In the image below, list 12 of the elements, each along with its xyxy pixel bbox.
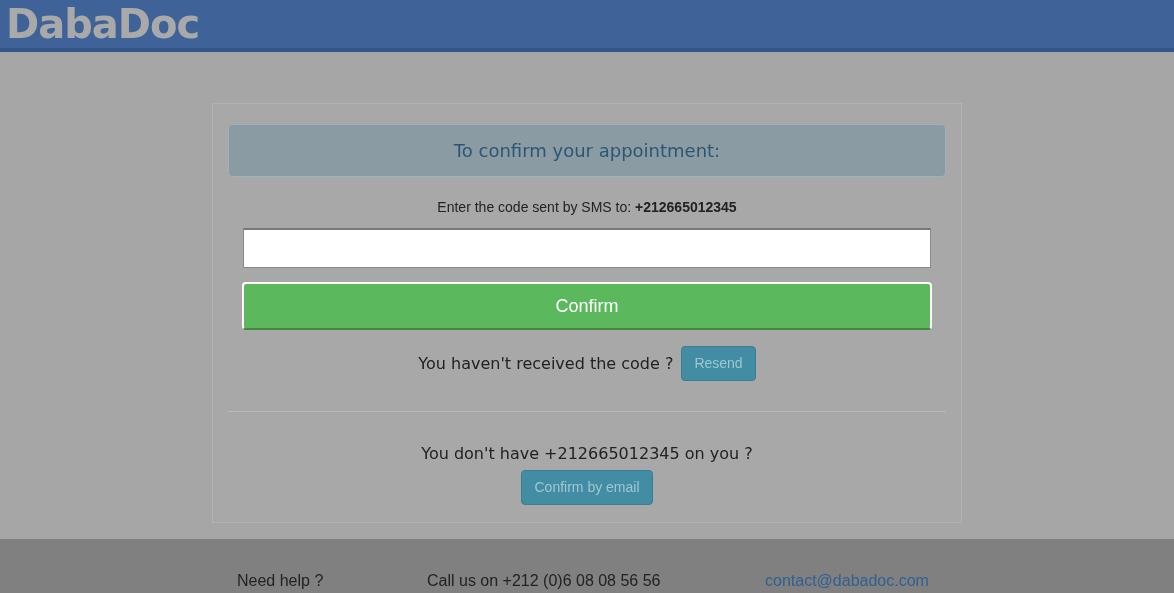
input-field[interactable] <box>243 228 931 268</box>
confirm-by-email-button[interactable]: Confirm by email <box>521 470 653 505</box>
help-text: Need help ? <box>237 571 325 591</box>
phone-text: Call us on +212 (0)6 08 08 56 56 <box>427 571 662 591</box>
logo[interactable]: DabaDoc <box>6 0 200 48</box>
instruction-text: Enter the code sent by SMS to: +212665012345 <box>436 198 738 217</box>
confirm-button[interactable]: Confirm <box>242 282 932 330</box>
email-link[interactable]: contact@dabadoc.com <box>765 569 929 593</box>
card-title: To confirm your appointment: <box>228 124 946 177</box>
resend-prompt: You haven't received the code ? <box>418 352 674 375</box>
alt-prompt: You don't have +212665012345 on you ? <box>421 443 753 465</box>
resend-button[interactable]: Resend <box>681 346 756 381</box>
